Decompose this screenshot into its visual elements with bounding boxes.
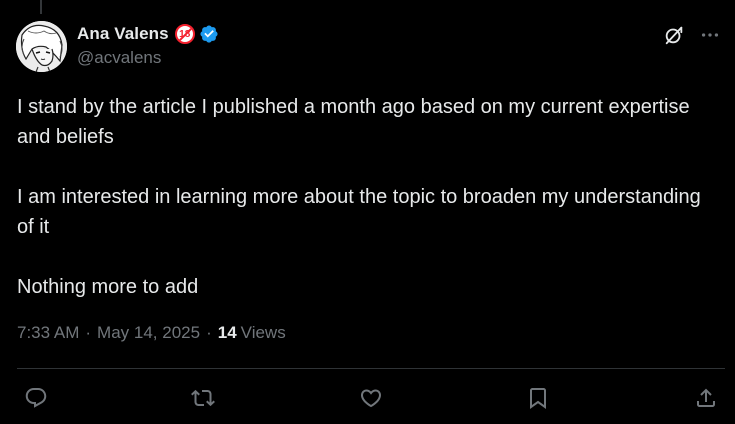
- share-icon: [697, 388, 715, 407]
- divider: [17, 368, 725, 369]
- tweet-paragraph: I stand by the article I published a mon…: [17, 96, 690, 148]
- tweet-time[interactable]: 7:33 AM: [17, 323, 79, 343]
- verified-badge-icon[interactable]: [199, 24, 219, 44]
- bookmark-button[interactable]: [524, 384, 552, 412]
- author-info[interactable]: Ana Valens 18 @acvalens: [77, 22, 219, 68]
- reply-icon: [25, 388, 47, 408]
- like-button[interactable]: [357, 384, 385, 412]
- user-handle[interactable]: @acvalens: [77, 48, 219, 68]
- tweet-meta: 7:33 AM · May 14, 2025 · 14 Views: [17, 323, 286, 343]
- meta-separator: ·: [85, 323, 92, 342]
- share-button[interactable]: [692, 384, 720, 412]
- tweet-text: I stand by the article I published a mon…: [17, 92, 707, 302]
- like-icon: [360, 389, 382, 408]
- more-icon[interactable]: [699, 24, 721, 46]
- display-name[interactable]: Ana Valens: [77, 24, 169, 44]
- retweet-icon: [191, 389, 215, 407]
- avatar[interactable]: [16, 21, 67, 72]
- thread-connector-line: [40, 0, 42, 14]
- no-under-18-icon: 18: [174, 24, 195, 44]
- views-label[interactable]: Views: [241, 323, 286, 343]
- action-bar: [0, 384, 735, 412]
- retweet-button[interactable]: [189, 384, 217, 412]
- meta-separator: ·: [206, 323, 212, 342]
- name-row: Ana Valens 18: [77, 22, 219, 46]
- views-count[interactable]: 14: [218, 323, 237, 343]
- tweet-paragraph: I am interested in learning more about t…: [17, 186, 701, 238]
- reply-button[interactable]: [22, 384, 50, 412]
- grok-icon[interactable]: [663, 24, 685, 46]
- top-actions: [663, 24, 721, 46]
- tweet-paragraph: Nothing more to add: [17, 276, 199, 298]
- avatar-illustration-icon: [16, 21, 67, 72]
- bookmark-icon: [530, 388, 546, 409]
- tweet-date[interactable]: May 14, 2025: [97, 323, 200, 343]
